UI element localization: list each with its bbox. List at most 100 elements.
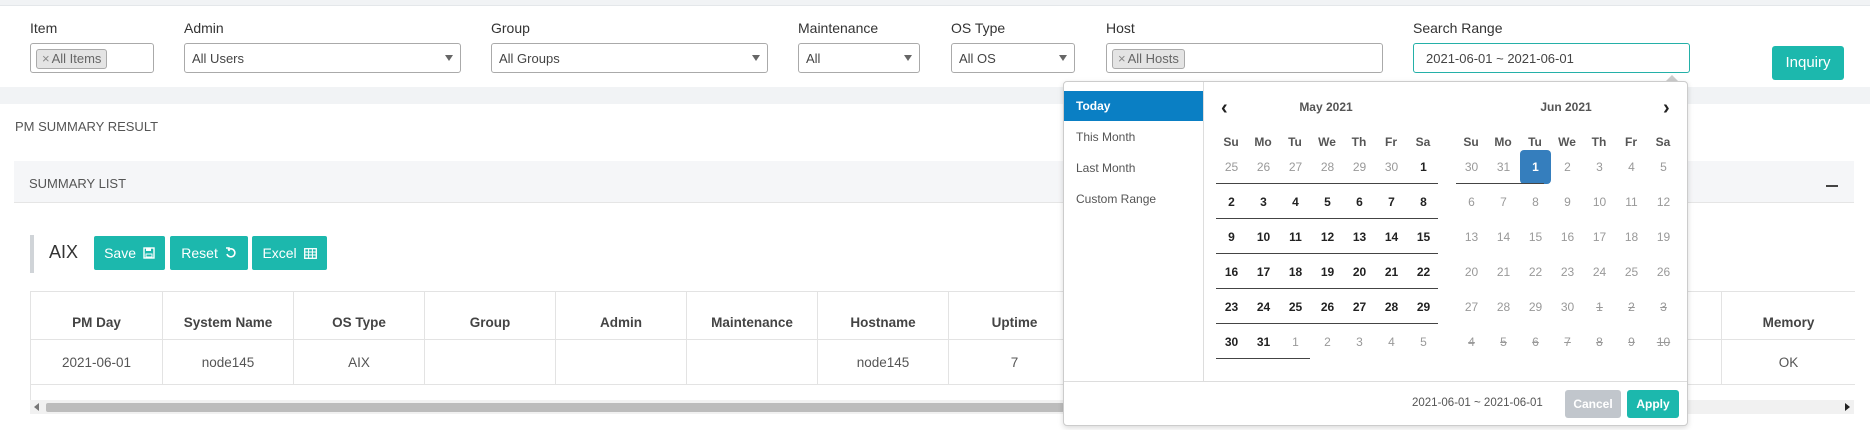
calendar-day[interactable]: 30 xyxy=(1456,150,1487,184)
calendar-day[interactable]: 17 xyxy=(1248,255,1279,289)
calendar-day[interactable]: 26 xyxy=(1648,255,1679,289)
calendar-day[interactable]: 31 xyxy=(1488,150,1519,184)
column-header-hostname[interactable]: Hostname xyxy=(818,291,949,339)
calendar-day[interactable]: 1 xyxy=(1280,325,1311,359)
calendar-day[interactable]: 27 xyxy=(1280,150,1311,184)
save-button[interactable]: Save xyxy=(94,236,165,270)
calendar-day[interactable]: 24 xyxy=(1584,255,1615,289)
calendar-day[interactable]: 3 xyxy=(1584,150,1615,184)
prev-month-icon[interactable]: ‹ xyxy=(1221,98,1228,118)
excel-button[interactable]: Excel xyxy=(252,236,327,270)
calendar-day[interactable]: 5 xyxy=(1408,325,1439,359)
calendar-day[interactable]: 16 xyxy=(1216,255,1247,289)
column-header-pm-day[interactable]: PM Day xyxy=(31,291,163,339)
item-tag[interactable]: × All Items xyxy=(36,49,108,69)
column-header-uptime[interactable]: Uptime xyxy=(949,291,1081,339)
calendar-day[interactable]: 17 xyxy=(1584,220,1615,254)
calendar-day[interactable]: 26 xyxy=(1312,290,1343,324)
range-today[interactable]: Today xyxy=(1064,91,1203,121)
calendar-day[interactable]: 6 xyxy=(1456,185,1487,219)
calendar-day[interactable]: 31 xyxy=(1248,325,1279,359)
calendar-day[interactable]: 29 xyxy=(1344,150,1375,184)
calendar-day[interactable]: 13 xyxy=(1344,220,1375,254)
search-range-input[interactable]: 2021-06-01 ~ 2021-06-01 xyxy=(1413,43,1690,73)
scroll-right-icon[interactable] xyxy=(1845,403,1850,411)
calendar-day[interactable]: 28 xyxy=(1488,290,1519,324)
calendar-day[interactable]: 2 xyxy=(1312,325,1343,359)
os-type-select[interactable]: All OS xyxy=(951,43,1075,73)
calendar-day[interactable]: 24 xyxy=(1248,290,1279,324)
calendar-day[interactable]: 19 xyxy=(1648,220,1679,254)
calendar-day[interactable]: 26 xyxy=(1248,150,1279,184)
calendar-day[interactable]: 12 xyxy=(1648,185,1679,219)
calendar-day[interactable]: 9 xyxy=(1552,185,1583,219)
calendar-day[interactable]: 4 xyxy=(1280,185,1311,219)
host-select[interactable]: × All Hosts xyxy=(1106,43,1383,73)
calendar-day[interactable]: 8 xyxy=(1408,185,1439,219)
calendar-day[interactable]: 7 xyxy=(1376,185,1407,219)
calendar-day[interactable]: 2 xyxy=(1216,185,1247,219)
tag-remove-icon[interactable]: × xyxy=(1118,51,1126,66)
group-select[interactable]: All Groups xyxy=(491,43,768,73)
calendar-day[interactable]: 4 xyxy=(1376,325,1407,359)
column-header-system-name[interactable]: System Name xyxy=(163,291,294,339)
calendar-day[interactable]: 27 xyxy=(1344,290,1375,324)
calendar-day[interactable]: 23 xyxy=(1552,255,1583,289)
calendar-day[interactable]: 16 xyxy=(1552,220,1583,254)
calendar-day[interactable]: 27 xyxy=(1456,290,1487,324)
calendar-day[interactable]: 25 xyxy=(1216,150,1247,184)
calendar-day[interactable]: 10 xyxy=(1584,185,1615,219)
calendar-day[interactable]: 18 xyxy=(1616,220,1647,254)
calendar-day[interactable]: 5 xyxy=(1648,150,1679,184)
calendar-day[interactable]: 29 xyxy=(1520,290,1551,324)
calendar-day[interactable]: 1 xyxy=(1408,150,1439,184)
maintenance-select[interactable]: All xyxy=(798,43,920,73)
calendar-day[interactable]: 13 xyxy=(1456,220,1487,254)
host-tag[interactable]: × All Hosts xyxy=(1112,49,1185,69)
calendar-day[interactable]: 30 xyxy=(1376,150,1407,184)
calendar-day[interactable]: 1 xyxy=(1520,150,1551,184)
calendar-day[interactable]: 4 xyxy=(1616,150,1647,184)
calendar-day[interactable]: 11 xyxy=(1280,220,1311,254)
apply-button[interactable]: Apply xyxy=(1627,390,1679,418)
calendar-day[interactable]: 5 xyxy=(1312,185,1343,219)
scroll-left-icon[interactable] xyxy=(34,403,39,411)
collapse-icon[interactable] xyxy=(1826,185,1838,187)
calendar-day[interactable]: 22 xyxy=(1520,255,1551,289)
calendar-day[interactable]: 19 xyxy=(1312,255,1343,289)
scrollbar-thumb[interactable] xyxy=(46,403,1064,412)
calendar-day[interactable]: 28 xyxy=(1376,290,1407,324)
range-last-month[interactable]: Last Month xyxy=(1064,153,1203,183)
calendar-day[interactable]: 20 xyxy=(1344,255,1375,289)
next-month-icon[interactable]: › xyxy=(1663,98,1670,118)
calendar-day[interactable]: 21 xyxy=(1376,255,1407,289)
calendar-day[interactable]: 14 xyxy=(1488,220,1519,254)
reset-button[interactable]: Reset xyxy=(170,236,248,270)
column-header-admin[interactable]: Admin xyxy=(556,291,687,339)
range-this-month[interactable]: This Month xyxy=(1064,122,1203,152)
cancel-button[interactable]: Cancel xyxy=(1565,390,1621,418)
calendar-day[interactable]: 20 xyxy=(1456,255,1487,289)
column-header-memory[interactable]: Memory xyxy=(1721,291,1855,339)
calendar-day[interactable]: 14 xyxy=(1376,220,1407,254)
calendar-day[interactable]: 30 xyxy=(1216,325,1247,359)
calendar-day[interactable]: 21 xyxy=(1488,255,1519,289)
calendar-day[interactable]: 30 xyxy=(1552,290,1583,324)
calendar-day[interactable]: 15 xyxy=(1408,220,1439,254)
calendar-day[interactable]: 25 xyxy=(1280,290,1311,324)
inquiry-button[interactable]: Inquiry xyxy=(1772,46,1844,80)
calendar-day[interactable]: 3 xyxy=(1248,185,1279,219)
calendar-day[interactable]: 7 xyxy=(1488,185,1519,219)
tag-remove-icon[interactable]: × xyxy=(42,51,50,66)
column-header-group[interactable]: Group xyxy=(425,291,556,339)
calendar-day[interactable]: 9 xyxy=(1216,220,1247,254)
calendar-day[interactable]: 6 xyxy=(1344,185,1375,219)
item-select[interactable]: × All Items xyxy=(30,43,154,73)
calendar-day[interactable]: 2 xyxy=(1552,150,1583,184)
calendar-day[interactable]: 29 xyxy=(1408,290,1439,324)
calendar-day[interactable]: 11 xyxy=(1616,185,1647,219)
calendar-day[interactable]: 10 xyxy=(1248,220,1279,254)
admin-select[interactable]: All Users xyxy=(184,43,461,73)
calendar-day[interactable]: 28 xyxy=(1312,150,1343,184)
calendar-day[interactable]: 23 xyxy=(1216,290,1247,324)
